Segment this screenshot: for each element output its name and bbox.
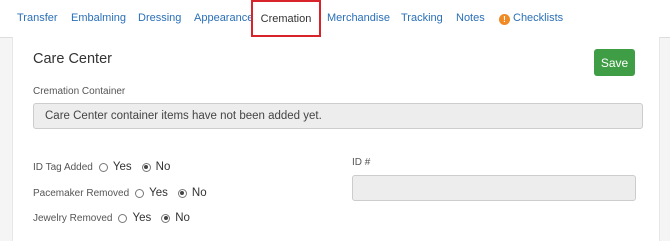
warning-icon: ! bbox=[499, 14, 510, 25]
cremation-container-label: Cremation Container bbox=[33, 86, 126, 97]
tab-dressing[interactable]: Dressing bbox=[138, 0, 181, 37]
pacemaker-removed-label: Pacemaker Removed bbox=[33, 187, 130, 199]
tab-checklists-label: Checklists bbox=[513, 12, 564, 24]
pacemaker-removed-no[interactable]: No bbox=[177, 187, 207, 199]
radio-circle-icon bbox=[98, 162, 108, 172]
radio-yes-text: Yes bbox=[132, 212, 152, 224]
id-tag-added-no[interactable]: No bbox=[141, 161, 171, 173]
id-number-label: ID # bbox=[352, 157, 371, 168]
tab-bar: Transfer Embalming Dressing Appearance C… bbox=[0, 0, 670, 38]
tab-embalming[interactable]: Embalming bbox=[71, 0, 126, 37]
save-button[interactable]: Save bbox=[594, 49, 635, 76]
jewelry-removed-label: Jewelry Removed bbox=[33, 212, 113, 224]
id-tag-added-yes[interactable]: Yes bbox=[98, 161, 132, 173]
panel-title: Care Center bbox=[33, 51, 112, 67]
radio-checked-icon bbox=[177, 188, 187, 198]
care-center-panel: Care Center Save Cremation Container Car… bbox=[12, 37, 660, 241]
radio-yes-text: Yes bbox=[149, 187, 168, 199]
pacemaker-removed-row: Pacemaker Removed Yes No bbox=[33, 187, 217, 199]
radio-yes-text: Yes bbox=[112, 161, 132, 173]
cremation-container-message: Care Center container items have not bee… bbox=[33, 103, 643, 129]
tab-merchandise[interactable]: Merchandise bbox=[327, 0, 390, 37]
id-tag-added-label: ID Tag Added bbox=[33, 161, 93, 173]
tab-appearance[interactable]: Appearance bbox=[194, 0, 253, 37]
tab-cremation[interactable]: Cremation bbox=[251, 0, 321, 37]
radio-checked-icon bbox=[161, 213, 171, 223]
radio-no-text: No bbox=[175, 212, 190, 224]
radio-no-text: No bbox=[155, 161, 171, 173]
radio-circle-icon bbox=[135, 188, 145, 198]
radio-checked-icon bbox=[141, 162, 151, 172]
tab-checklists[interactable]: ! Checklists bbox=[499, 0, 563, 37]
id-tag-added-row: ID Tag Added Yes No bbox=[33, 161, 180, 173]
jewelry-removed-no[interactable]: No bbox=[161, 212, 190, 224]
tab-tracking[interactable]: Tracking bbox=[401, 0, 443, 37]
pacemaker-removed-yes[interactable]: Yes bbox=[135, 187, 168, 199]
radio-no-text: No bbox=[191, 187, 207, 199]
tab-transfer[interactable]: Transfer bbox=[17, 0, 58, 37]
id-number-input[interactable] bbox=[352, 175, 636, 201]
tab-notes[interactable]: Notes bbox=[456, 0, 485, 37]
jewelry-removed-row: Jewelry Removed Yes No bbox=[33, 212, 200, 224]
radio-circle-icon bbox=[118, 213, 128, 223]
jewelry-removed-yes[interactable]: Yes bbox=[118, 212, 151, 224]
